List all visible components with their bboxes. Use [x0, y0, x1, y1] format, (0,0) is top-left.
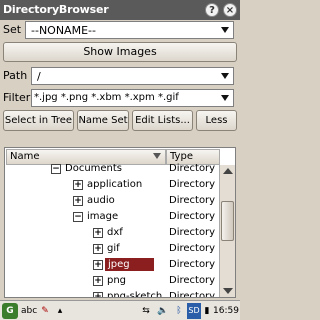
- pen-icon[interactable]: ✎: [38, 303, 52, 319]
- tree-row-type: Directory: [169, 275, 216, 286]
- close-button[interactable]: ×: [223, 3, 237, 17]
- collapse-icon[interactable]: −: [73, 212, 83, 222]
- select-in-tree-button[interactable]: Select in Tree: [3, 110, 74, 131]
- filter-label: Filter: [3, 91, 31, 104]
- chevron-down-icon: [221, 73, 229, 79]
- scroll-up-icon[interactable]: [223, 168, 233, 174]
- expand-icon[interactable]: +: [93, 276, 103, 286]
- taskbar: G abc ✎ ▴ ⇆ 🔈 ᛒ SD ▮ 16:59: [0, 300, 240, 320]
- less-button[interactable]: Less: [196, 110, 237, 131]
- scroll-down-icon[interactable]: [223, 288, 233, 294]
- tree-row-name: audio: [87, 195, 115, 206]
- chevron-up-icon[interactable]: ▴: [54, 303, 66, 319]
- tree-row-type: Directory: [169, 291, 216, 298]
- set-value: --NONAME--: [31, 24, 96, 37]
- window-title: DirectoryBrowser: [3, 3, 109, 16]
- filter-row: Filter *.jpg *.png *.xbm *.xpm *.gif: [0, 88, 240, 108]
- tree-row-type: Directory: [169, 227, 216, 238]
- scrollbar-thumb[interactable]: [221, 201, 234, 241]
- expand-icon[interactable]: +: [73, 196, 83, 206]
- name-set-button[interactable]: Name Set: [77, 110, 129, 131]
- expand-icon[interactable]: +: [93, 260, 103, 270]
- vertical-scrollbar[interactable]: [219, 165, 235, 297]
- network-icon[interactable]: ⇆: [138, 303, 154, 319]
- path-label: Path: [3, 69, 28, 82]
- tree-row[interactable]: + png-sketch Directory: [5, 289, 219, 298]
- tree-row[interactable]: − Documents Directory: [5, 161, 219, 177]
- directory-tree[interactable]: Name Type − Documents Directory + applic…: [4, 147, 236, 298]
- tree-row-name: gif: [107, 243, 120, 254]
- sd-card-icon[interactable]: SD: [187, 303, 201, 319]
- clock[interactable]: 16:59: [212, 303, 240, 319]
- filter-value: *.jpg *.png *.xbm *.xpm *.gif: [34, 92, 179, 103]
- tree-row[interactable]: + application Directory: [5, 177, 219, 193]
- tree-row[interactable]: + dxf Directory: [5, 225, 219, 241]
- set-row: Set --NONAME--: [0, 20, 240, 40]
- tree-row-type: Directory: [169, 163, 216, 174]
- tree-row-selected[interactable]: + jpeg Directory: [5, 257, 219, 273]
- tree-row-name: jpeg: [105, 258, 154, 271]
- path-row: Path /: [0, 66, 240, 86]
- tree-row-name: application: [87, 179, 143, 190]
- expand-icon[interactable]: +: [93, 292, 103, 297]
- tree-row-type: Directory: [169, 195, 216, 206]
- tree-row-type: Directory: [169, 243, 216, 254]
- tree-row[interactable]: − image Directory: [5, 209, 219, 225]
- tree-row-name: png-sketch: [107, 291, 163, 298]
- chevron-down-icon: [221, 27, 229, 33]
- sort-down-icon: [153, 153, 161, 159]
- battery-icon[interactable]: ▮: [202, 303, 212, 319]
- tree-row-type: Directory: [169, 179, 216, 190]
- tree-row-name: png: [107, 275, 127, 286]
- start-menu-icon[interactable]: G: [2, 303, 18, 319]
- tree-row-name: dxf: [107, 227, 123, 238]
- edit-lists-button[interactable]: Edit Lists...: [132, 110, 193, 131]
- expand-icon[interactable]: +: [73, 180, 83, 190]
- set-label: Set: [3, 23, 22, 36]
- tree-row-type: Directory: [169, 211, 216, 222]
- bluetooth-icon[interactable]: ᛒ: [172, 303, 186, 319]
- tree-row[interactable]: + png Directory: [5, 273, 219, 289]
- tree-row-name: image: [87, 211, 119, 222]
- tree-row-type: Directory: [169, 259, 216, 270]
- filter-combobox[interactable]: *.jpg *.png *.xbm *.xpm *.gif: [31, 89, 234, 107]
- input-method-icon[interactable]: abc: [21, 303, 37, 319]
- title-bar: DirectoryBrowser ? ×: [0, 0, 240, 20]
- path-combobox[interactable]: /: [31, 67, 234, 85]
- tree-row[interactable]: + audio Directory: [5, 193, 219, 209]
- tree-row[interactable]: + gif Directory: [5, 241, 219, 257]
- tree-row-name: Documents: [65, 163, 123, 174]
- set-combobox[interactable]: --NONAME--: [25, 21, 234, 39]
- path-value: /: [37, 70, 41, 83]
- show-images-button[interactable]: Show Images: [3, 42, 237, 62]
- chevron-down-icon: [221, 95, 229, 101]
- help-button[interactable]: ?: [205, 3, 219, 17]
- collapse-icon[interactable]: −: [51, 164, 61, 174]
- volume-icon[interactable]: 🔈: [156, 303, 170, 319]
- expand-icon[interactable]: +: [93, 244, 103, 254]
- expand-icon[interactable]: +: [93, 228, 103, 238]
